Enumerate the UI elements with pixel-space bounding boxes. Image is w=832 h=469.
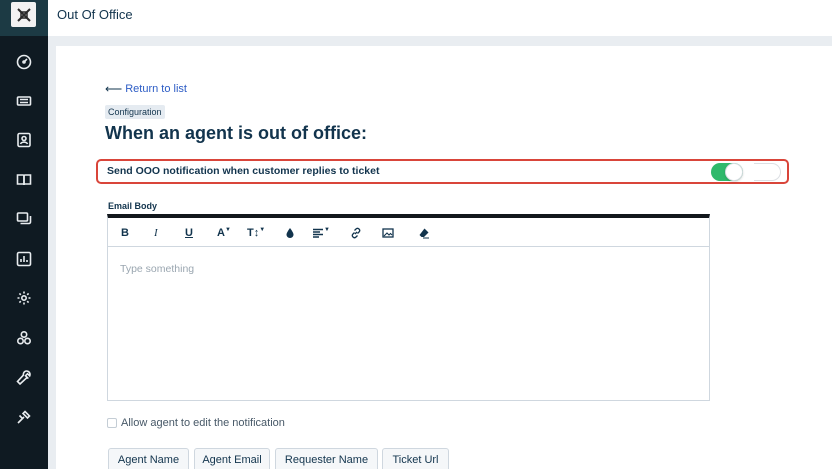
tickets-icon[interactable] (12, 89, 36, 113)
logo-icon[interactable] (11, 2, 36, 27)
return-to-list-label: Return to list (125, 83, 187, 95)
chevron-down-icon: ▼ (259, 227, 266, 233)
placeholder-requester-name-button[interactable]: Requester Name (275, 448, 378, 469)
bold-button[interactable]: B (121, 226, 129, 240)
knowledge-base-icon[interactable] (12, 168, 36, 192)
reports-icon[interactable] (12, 247, 36, 271)
placeholder-ticket-url-button[interactable]: Ticket Url (382, 448, 449, 469)
droplet-icon (286, 228, 294, 238)
email-body-editor[interactable]: B I U A ▼ T↕ ▼ ▼ Type something (107, 214, 710, 401)
configuration-badge: Configuration (105, 105, 165, 119)
return-to-list-link[interactable]: ⟵ Return to list (105, 82, 187, 96)
underline-button[interactable]: U (185, 226, 193, 240)
image-icon (382, 228, 394, 238)
align-left-icon (313, 228, 323, 238)
chevron-down-icon: ▼ (224, 227, 231, 233)
text-height-button[interactable]: T↕ ▼ (247, 226, 265, 240)
eraser-icon (419, 228, 429, 239)
allow-edit-checkbox[interactable] (107, 418, 117, 428)
dashboard-icon[interactable] (12, 50, 36, 74)
editor-toolbar: B I U A ▼ T↕ ▼ ▼ (108, 218, 709, 247)
contacts-icon[interactable] (12, 128, 36, 152)
ooo-notification-row: Send OOO notification when customer repl… (96, 159, 789, 184)
page-title: Out Of Office (57, 7, 133, 22)
text-color-button[interactable] (284, 226, 296, 240)
text-height-label: T↕ (247, 227, 260, 239)
back-arrow-icon: ⟵ (105, 82, 123, 96)
top-bar: Out Of Office (48, 0, 832, 36)
content-panel: ⟵ Return to list Configuration When an a… (56, 46, 832, 469)
sidebar (0, 0, 48, 469)
font-size-label: A (217, 227, 225, 239)
toggle-knob (725, 163, 743, 181)
font-size-button[interactable]: A ▼ (217, 226, 231, 240)
groups-icon[interactable] (12, 326, 36, 350)
conversations-icon[interactable] (12, 207, 36, 231)
allow-edit-label: Allow agent to edit the notification (121, 417, 285, 429)
ooo-notification-label: Send OOO notification when customer repl… (107, 165, 380, 177)
settings-icon[interactable] (12, 286, 36, 310)
placeholder-agent-email-button[interactable]: Agent Email (194, 448, 270, 469)
link-icon (351, 227, 361, 239)
allow-edit-row: Allow agent to edit the notification (107, 417, 285, 429)
italic-button[interactable]: I (154, 226, 158, 240)
tools-icon[interactable] (12, 365, 36, 389)
toggle-track-outline (754, 163, 781, 181)
link-button[interactable] (350, 226, 362, 240)
clear-format-button[interactable] (418, 226, 430, 240)
image-button[interactable] (382, 226, 394, 240)
chevron-down-icon: ▼ (324, 227, 330, 233)
placeholder-agent-name-button[interactable]: Agent Name (108, 448, 189, 469)
section-heading: When an agent is out of office: (105, 123, 367, 143)
align-button[interactable]: ▼ (312, 226, 330, 240)
ooo-notification-toggle[interactable] (711, 163, 743, 181)
email-body-label: Email Body (108, 201, 158, 211)
admin-icon[interactable] (12, 405, 36, 429)
editor-placeholder: Type something (120, 263, 195, 275)
